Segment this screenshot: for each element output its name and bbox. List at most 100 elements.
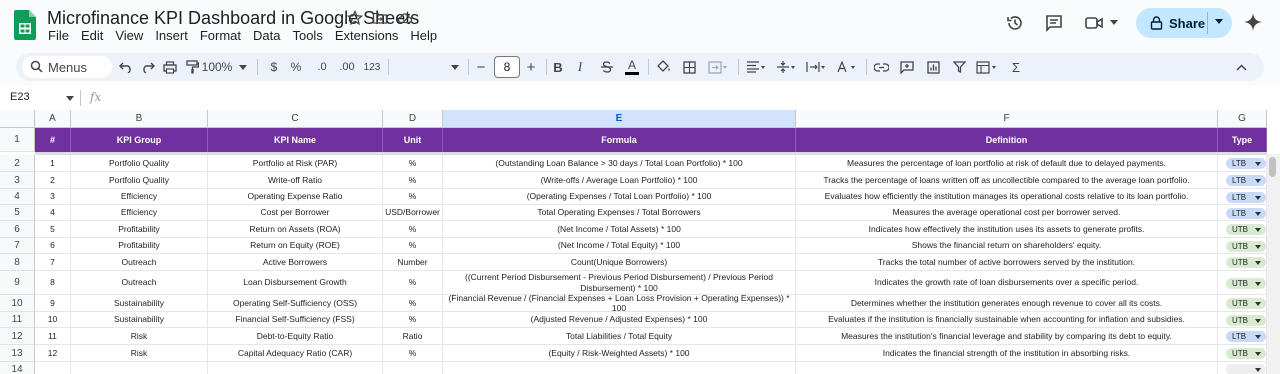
table-cell-formula[interactable]: Count(Unique Borrowers): [443, 254, 796, 271]
table-cell-unit[interactable]: %: [383, 238, 443, 254]
table-cell-definition[interactable]: Evaluates if the institution is financia…: [796, 312, 1218, 328]
chevron-down-icon[interactable]: [1255, 318, 1261, 323]
chevron-down-icon[interactable]: [1255, 228, 1261, 232]
decrease-decimal-button[interactable]: .0: [312, 53, 332, 81]
chevron-down-icon[interactable]: [1255, 195, 1261, 200]
paint-format-icon[interactable]: [182, 53, 202, 81]
chevron-down-icon[interactable]: [1255, 162, 1261, 166]
spreadsheet-grid[interactable]: A B C D E F G 1 2 3 4 5 6 7 8 9 10 11 12 13 14 # KPI Group KPI …: [0, 110, 1280, 374]
table-cell-formula[interactable]: ((Current Period Disbursement - Previous…: [443, 271, 796, 295]
column-title[interactable]: KPI Group: [71, 128, 208, 152]
row-header-8[interactable]: 8: [0, 254, 35, 271]
table-cell-name[interactable]: Operating Expense Ratio: [208, 189, 383, 205]
collapse-toolbar-icon[interactable]: [1232, 53, 1250, 81]
table-cell-group[interactable]: Outreach: [71, 254, 208, 271]
table-cell-num[interactable]: 1: [35, 155, 71, 172]
table-cell-formula[interactable]: (Outstanding Loan Balance > 30 days / To…: [443, 155, 796, 172]
row-header-3[interactable]: 3: [0, 172, 35, 189]
table-cell-definition[interactable]: Determines whether the institution gener…: [796, 295, 1218, 312]
chevron-down-icon[interactable]: [1255, 281, 1261, 286]
row-header-4[interactable]: 4: [0, 189, 35, 205]
menu-tools[interactable]: Tools: [292, 28, 322, 43]
menu-extensions[interactable]: Extensions: [335, 28, 399, 43]
table-cell-definition[interactable]: Measures the average operational cost pe…: [796, 205, 1218, 221]
table-cell-unit[interactable]: %: [383, 172, 443, 189]
menu-view[interactable]: View: [115, 28, 143, 43]
column-title[interactable]: Type: [1218, 128, 1267, 152]
column-header-e[interactable]: E: [443, 110, 796, 128]
meet-icon[interactable]: [1084, 13, 1104, 33]
table-cell-num[interactable]: 3: [35, 189, 71, 205]
column-title[interactable]: #: [35, 128, 71, 152]
font-size-increase-button[interactable]: +: [524, 53, 538, 81]
table-cell-name[interactable]: Return on Assets (ROA): [208, 221, 383, 238]
column-title[interactable]: Unit: [383, 128, 443, 152]
table-cell-num[interactable]: 12: [35, 345, 71, 362]
undo-icon[interactable]: [116, 53, 136, 81]
table-cell-name[interactable]: Operating Self-Sufficiency (OSS): [208, 295, 383, 312]
insert-comment-icon[interactable]: [898, 53, 916, 81]
row-header-14[interactable]: 14: [0, 362, 35, 374]
increase-decimal-button[interactable]: .00: [336, 53, 358, 81]
table-cell-unit[interactable]: %: [383, 155, 443, 172]
table-cell-num[interactable]: 9: [35, 295, 71, 312]
column-header-g[interactable]: G: [1218, 110, 1267, 128]
table-cell-definition[interactable]: Evaluates how efficiently the institutio…: [796, 189, 1218, 205]
type-chip-dropdown[interactable]: LTB: [1226, 175, 1266, 186]
empty-cell[interactable]: [71, 362, 208, 374]
table-cell-definition[interactable]: Shows the financial return on shareholde…: [796, 238, 1218, 254]
functions-button[interactable]: Σ: [1008, 53, 1024, 81]
table-cell-name[interactable]: Active Borrowers: [208, 254, 383, 271]
column-header-b[interactable]: B: [71, 110, 208, 128]
table-cell-formula[interactable]: (Adjusted Revenue / Adjusted Expenses) *…: [443, 312, 796, 328]
row-header-6[interactable]: 6: [0, 221, 35, 238]
sheets-logo-icon[interactable]: [14, 10, 36, 40]
table-cell-group[interactable]: Sustainability: [71, 312, 208, 328]
redo-icon[interactable]: [138, 53, 158, 81]
table-cell-group[interactable]: Risk: [71, 328, 208, 345]
table-cell-formula[interactable]: (Net Income / Total Equity) * 100: [443, 238, 796, 254]
table-cell-num[interactable]: 8: [35, 271, 71, 295]
table-cell-definition[interactable]: Indicates how effectively the institutio…: [796, 221, 1218, 238]
insert-link-icon[interactable]: [872, 53, 890, 81]
filter-views-icon[interactable]: [974, 53, 1000, 81]
table-cell-num[interactable]: 2: [35, 172, 71, 189]
search-menus[interactable]: Menus: [22, 56, 112, 78]
type-chip-dropdown[interactable]: UTB: [1226, 224, 1266, 235]
table-cell-unit[interactable]: %: [383, 345, 443, 362]
type-chip-dropdown[interactable]: UTB: [1226, 298, 1266, 309]
column-title[interactable]: Definition: [796, 128, 1218, 152]
table-cell-formula[interactable]: (Operating Expenses / Total Loan Portfol…: [443, 189, 796, 205]
table-cell-formula[interactable]: (Write-offs / Average Loan Portfolio) * …: [443, 172, 796, 189]
table-cell-unit[interactable]: %: [383, 221, 443, 238]
gemini-sparkle-icon[interactable]: [1244, 13, 1262, 31]
empty-cell[interactable]: [35, 362, 71, 374]
chevron-down-icon[interactable]: [1255, 211, 1261, 216]
row-header-13[interactable]: 13: [0, 345, 35, 362]
row-header-1[interactable]: 1: [0, 128, 35, 152]
meet-dropdown-icon[interactable]: [1110, 20, 1118, 26]
table-cell-name[interactable]: Cost per Borrower: [208, 205, 383, 221]
merge-cells-icon[interactable]: [706, 53, 730, 81]
type-chip-dropdown[interactable]: [1226, 364, 1266, 374]
table-cell-name[interactable]: Loan Disbursement Growth: [208, 271, 383, 295]
table-cell-unit[interactable]: %: [383, 295, 443, 312]
table-cell-num[interactable]: 10: [35, 312, 71, 328]
menu-data[interactable]: Data: [253, 28, 280, 43]
vertical-align-icon[interactable]: [774, 53, 798, 81]
menu-insert[interactable]: Insert: [155, 28, 188, 43]
font-size-input[interactable]: 8: [494, 56, 520, 78]
share-dropdown-icon[interactable]: [1215, 19, 1223, 24]
table-cell-definition[interactable]: Measures the percentage of loan portfoli…: [796, 155, 1218, 172]
type-chip-dropdown[interactable]: UTB: [1226, 257, 1266, 268]
type-chip-dropdown[interactable]: UTB: [1226, 348, 1266, 359]
empty-cell[interactable]: [796, 362, 1218, 374]
table-cell-definition[interactable]: Tracks the total number of active borrow…: [796, 254, 1218, 271]
table-cell-group[interactable]: Profitability: [71, 221, 208, 238]
row-header-10[interactable]: 10: [0, 295, 35, 312]
table-cell-group[interactable]: Risk: [71, 345, 208, 362]
name-box[interactable]: E23: [10, 91, 30, 103]
type-chip-dropdown[interactable]: LTB: [1226, 191, 1266, 203]
table-cell-formula[interactable]: (Net Income / Total Assets) * 100: [443, 221, 796, 238]
scrollbar-thumb[interactable]: [1269, 157, 1276, 177]
